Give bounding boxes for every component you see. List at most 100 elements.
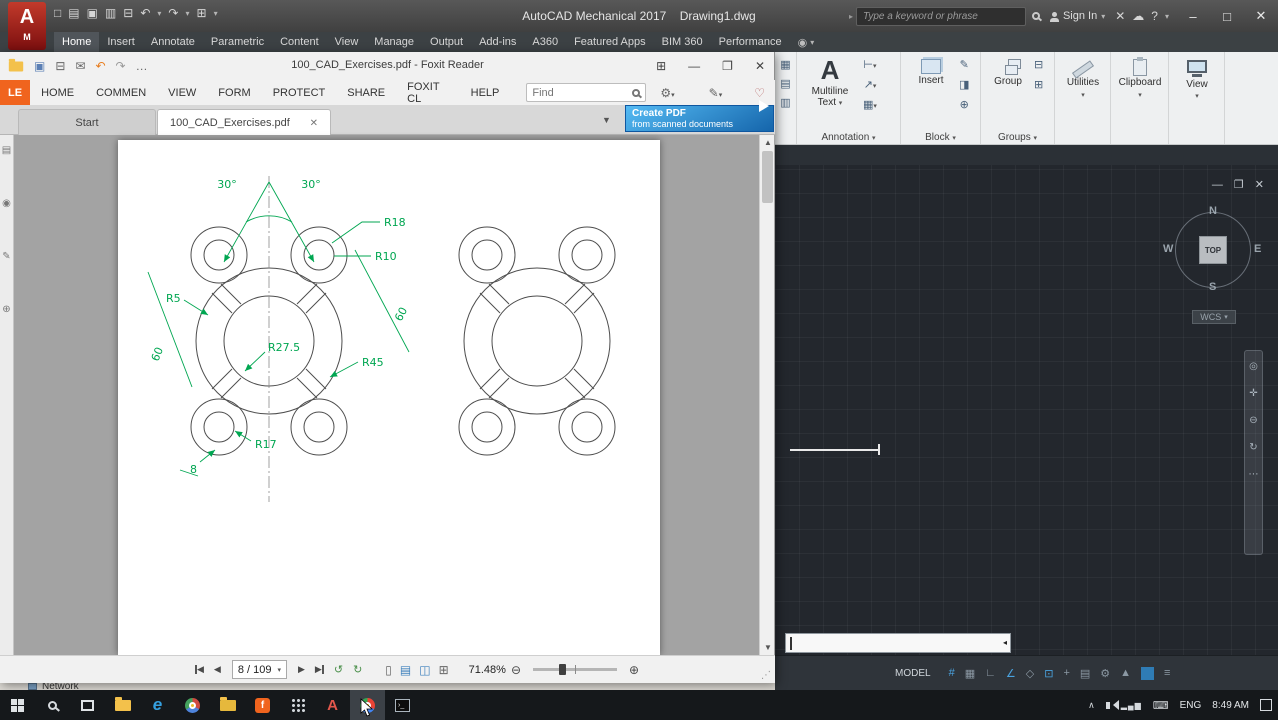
home-menu[interactable]: HOME <box>30 80 85 105</box>
ribbon-tab-performance[interactable]: Performance <box>711 32 790 52</box>
group-button[interactable]: Group <box>985 55 1031 87</box>
find-box[interactable] <box>526 83 646 102</box>
lineweight-icon[interactable]: + <box>1063 667 1069 679</box>
ribbon-tab-a360[interactable]: A360 <box>524 32 566 52</box>
annotation-visibility-icon[interactable]: ▲ <box>1120 667 1131 679</box>
protect-menu[interactable]: PROTECT <box>262 80 337 105</box>
last-page-button[interactable]: ▶ <box>315 664 324 675</box>
command-history-icon[interactable]: ◂ <box>1003 638 1007 647</box>
ribbon-tab-output[interactable]: Output <box>422 32 471 52</box>
groups-panel-label[interactable]: Groups ▾ <box>981 132 1054 143</box>
volume-icon[interactable] <box>1106 702 1110 709</box>
help-icon[interactable]: ? <box>1151 9 1158 23</box>
cloud-icon[interactable]: ☁ <box>1132 9 1144 23</box>
drawing-close-icon[interactable]: ✕ <box>1255 178 1264 191</box>
previous-view-button[interactable]: ↺ <box>334 663 343 676</box>
bookmarks-panel-icon[interactable]: ▤ <box>2 145 11 156</box>
full-nav-wheel-icon[interactable]: ◎ <box>1249 361 1258 372</box>
ribbon-cycle-icon[interactable]: ◉ ▾ <box>790 32 830 52</box>
table-tool-icon[interactable]: ▦▾ <box>863 100 877 111</box>
view-menu[interactable]: VIEW <box>157 80 207 105</box>
ribbon-tab-annotate[interactable]: Annotate <box>143 32 203 52</box>
view-panel-button[interactable]: View ▾ <box>1172 55 1222 100</box>
sign-in-caret-icon[interactable]: ▾ <box>1101 12 1105 21</box>
terminal-icon[interactable]: ›_ <box>385 690 420 720</box>
touch-keyboard-icon[interactable]: ⌨ <box>1153 699 1169 712</box>
task-view-button[interactable] <box>70 690 105 720</box>
ungroup-icon[interactable]: ⊟ <box>1034 60 1043 71</box>
single-page-view-icon[interactable]: ▯ <box>385 663 392 677</box>
browser-icon[interactable] <box>175 690 210 720</box>
create-block-icon[interactable]: ✎ <box>960 60 969 71</box>
ortho-toggle-icon[interactable]: ∟ <box>985 667 996 679</box>
leader-tool-icon[interactable]: ↗▾ <box>864 80 877 91</box>
foxit-close-button[interactable]: ✕ <box>755 59 765 73</box>
search-icon[interactable] <box>1032 12 1040 20</box>
pages-panel-icon[interactable]: ◉ <box>2 198 11 209</box>
comment-menu[interactable]: COMMEN <box>85 80 157 105</box>
exchange-apps-icon[interactable]: ✕ <box>1115 9 1125 23</box>
pdf-page[interactable]: 30° 30° R18 R10 R5 R27.5 R45 R17 60 60 8 <box>118 140 660 655</box>
autocad-drawing-area[interactable]: — ❐ ✕ N W E S TOP WCS▾ ◎ ✛ ⊖ ↻ ⋯ <box>775 145 1278 655</box>
edit-block-icon[interactable]: ◨ <box>959 80 969 91</box>
facing-view-icon[interactable]: ◫ <box>419 663 430 677</box>
foxit-taskbar-icon[interactable]: f <box>245 690 280 720</box>
block-panel-label[interactable]: Block ▾ <box>901 132 980 143</box>
next-page-button[interactable]: ▶ <box>298 664 305 675</box>
isodraft-icon[interactable]: ◇ <box>1026 667 1034 680</box>
settings-gear-icon[interactable]: ⚙▾ <box>660 86 674 100</box>
action-center-icon[interactable] <box>1260 699 1272 711</box>
zoom-level[interactable]: 71.48% <box>469 664 506 676</box>
start-button[interactable] <box>0 690 35 720</box>
folder-icon[interactable] <box>210 690 245 720</box>
search-button[interactable] <box>35 690 70 720</box>
ribbon-tab-parametric[interactable]: Parametric <box>203 32 272 52</box>
ribbon-tab-insert[interactable]: Insert <box>99 32 143 52</box>
create-pdf-banner[interactable]: Create PDF from scanned documents <box>625 105 774 132</box>
polar-tracking-icon[interactable]: ∠ <box>1006 667 1016 680</box>
form-menu[interactable]: FORM <box>207 80 261 105</box>
dimension-tool-icon[interactable]: ⊢▾ <box>863 60 876 71</box>
drawn-line[interactable] <box>790 449 878 451</box>
resize-grip-icon[interactable]: ⋰ <box>761 670 771 681</box>
clock[interactable]: 8:49 AM <box>1212 700 1249 711</box>
zoom-out-icon[interactable]: ⊖ <box>511 663 521 677</box>
minimize-button[interactable]: – <box>1176 9 1210 24</box>
zoom-slider-thumb[interactable] <box>559 664 566 675</box>
foxit-restore-button[interactable]: ❐ <box>722 59 733 73</box>
partial-tool-icon[interactable]: ▥ <box>780 98 790 109</box>
tray-expand-icon[interactable]: ∧ <box>1088 700 1095 711</box>
vertical-scrollbar[interactable]: ▲ ▼ <box>759 135 774 655</box>
ribbon-tab-manage[interactable]: Manage <box>366 32 422 52</box>
continuous-view-icon[interactable]: ▤ <box>400 663 411 677</box>
model-space-button[interactable]: MODEL <box>895 668 931 679</box>
group-edit-icon[interactable]: ⊞ <box>1034 80 1043 91</box>
grid-toggle-icon[interactable]: # <box>949 667 955 679</box>
next-view-button[interactable]: ↻ <box>353 663 362 676</box>
annotation-scale-icon[interactable]: ▤ <box>1080 667 1090 680</box>
clipboard-panel-button[interactable]: Clipboard ▾ <box>1115 55 1165 99</box>
drawing-minimize-icon[interactable]: — <box>1212 179 1223 191</box>
comments-panel-icon[interactable]: ✎ <box>2 251 10 262</box>
viewcube-east[interactable]: E <box>1254 243 1261 255</box>
utilities-panel-button[interactable]: Utilities ▾ <box>1058 55 1108 99</box>
layout-grid-icon[interactable]: ⊞ <box>656 59 666 73</box>
hardware-acceleration-icon[interactable] <box>1141 667 1154 680</box>
scrollbar-thumb[interactable] <box>762 151 773 203</box>
wcs-dropdown[interactable]: WCS▾ <box>1192 310 1236 324</box>
zoom-in-icon[interactable]: ⊕ <box>629 663 639 677</box>
sign-in-link[interactable]: Sign In <box>1063 10 1097 22</box>
viewcube-top-face[interactable]: TOP <box>1199 236 1227 264</box>
drawing-restore-icon[interactable]: ❐ <box>1234 178 1244 191</box>
orbit-icon[interactable]: ↻ <box>1249 442 1257 453</box>
customize-statusbar-icon[interactable]: ≡ <box>1164 667 1170 679</box>
ribbon-tab-content[interactable]: Content <box>272 32 327 52</box>
scroll-up-icon[interactable]: ▲ <box>764 138 772 147</box>
foxit-document-area[interactable]: ▤ ◉ ✎ ⊕ <box>0 135 775 655</box>
autocad-taskbar-icon[interactable]: A <box>315 690 350 720</box>
book-view-icon[interactable]: ⊞ <box>439 663 449 677</box>
first-page-button[interactable]: ◀ <box>195 664 204 675</box>
zoom-extents-icon[interactable]: ⊖ <box>1249 415 1257 426</box>
network-signal-icon[interactable]: ▂▄▆ <box>1121 701 1142 710</box>
help-menu[interactable]: HELP <box>460 80 511 105</box>
